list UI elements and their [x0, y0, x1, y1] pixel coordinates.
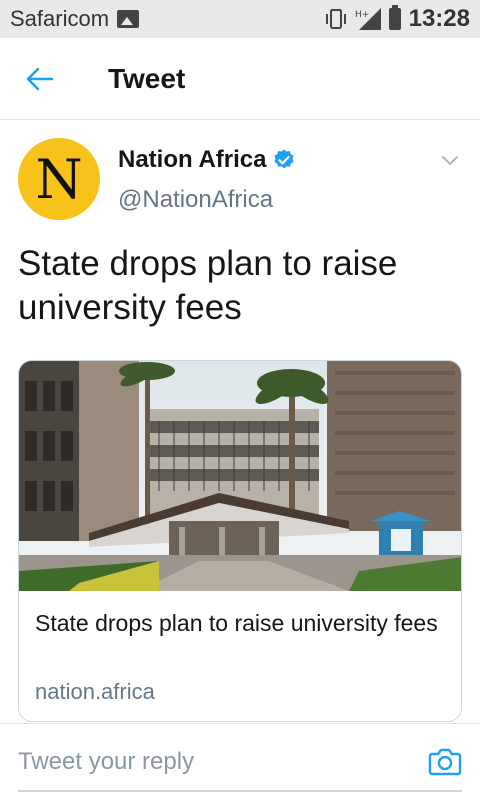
reply-underline	[18, 790, 462, 792]
image-icon	[117, 10, 140, 28]
link-card[interactable]: State drops plan to raise university fee…	[18, 360, 462, 722]
back-button[interactable]	[0, 38, 80, 120]
card-title: State drops plan to raise university fee…	[35, 610, 438, 636]
author-name-text: Nation Africa	[118, 146, 267, 173]
tweet-text: State drops plan to raise university fee…	[18, 244, 398, 327]
reply-bar	[0, 723, 480, 800]
signal-icon: H+	[355, 8, 381, 30]
verified-badge-icon	[274, 149, 295, 169]
reply-input[interactable]	[18, 742, 398, 782]
battery-icon	[388, 5, 401, 30]
chevron-down-icon[interactable]	[438, 148, 462, 172]
avatar-letter: N	[35, 148, 83, 211]
vibrate-icon	[325, 9, 346, 29]
author-handle[interactable]: @NationAfrica	[118, 186, 273, 214]
status-time: 13:28	[408, 5, 470, 32]
tweet-author-row: N Nation Africa @NationAfrica	[0, 120, 480, 230]
svg-text:H+: H+	[355, 10, 369, 20]
card-image	[19, 361, 461, 591]
card-domain: nation.africa	[35, 679, 155, 704]
camera-icon[interactable]	[428, 744, 462, 778]
page-title: Tweet	[108, 62, 186, 94]
author-name[interactable]: Nation Africa	[118, 146, 296, 174]
arrow-left-icon	[26, 67, 54, 90]
status-bar: Safaricom H+ 13:28	[0, 0, 480, 38]
carrier-name: Safaricom	[10, 6, 110, 31]
app-bar: Tweet	[0, 38, 480, 120]
tweet-detail: N Nation Africa @NationAfrica State drop…	[0, 120, 480, 327]
avatar[interactable]: N	[18, 138, 100, 220]
